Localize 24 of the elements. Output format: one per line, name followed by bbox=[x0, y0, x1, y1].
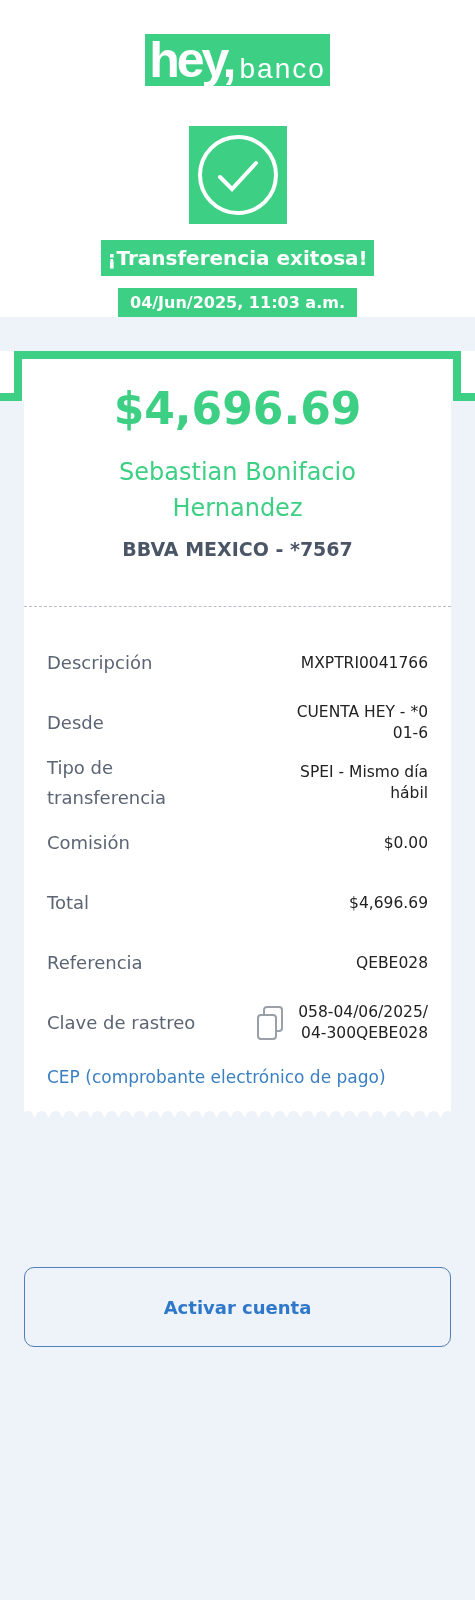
logo-text: hey, bbox=[149, 36, 234, 84]
detail-value: SPEI - Mismo día hábil bbox=[299, 762, 428, 804]
detail-value: MXPTRI0041766 bbox=[299, 652, 428, 674]
detail-value: $0.00 bbox=[382, 832, 428, 854]
activate-account-button[interactable]: Activar cuenta bbox=[24, 1267, 451, 1347]
copy-icon[interactable] bbox=[256, 1005, 284, 1041]
bank-account: BBVA MEXICO - *7567 bbox=[121, 538, 354, 560]
detail-value: QEBE028 bbox=[355, 952, 428, 974]
transfer-date: 04/Jun/2025, 11:03 a.m. bbox=[118, 288, 357, 317]
detail-value: 058-04/06/2025/04-300QEBE028 bbox=[297, 1002, 428, 1044]
logo-subtext: banco bbox=[239, 54, 326, 84]
detail-label: Tipo de transferencia bbox=[47, 756, 168, 810]
detail-label: Comisión bbox=[47, 831, 131, 855]
detail-label: Total bbox=[47, 891, 91, 915]
detail-label: Referencia bbox=[47, 951, 144, 975]
recipient-name: Sebastian Bonifacio Hernandez bbox=[118, 457, 357, 524]
detail-label: Desde bbox=[47, 711, 105, 735]
detail-label: Descripción bbox=[47, 651, 154, 675]
success-title: ¡Transferencia exitosa! bbox=[101, 240, 374, 276]
amount: $4,696.69 bbox=[112, 383, 363, 434]
detail-label: Clave de rastreo bbox=[47, 1011, 197, 1035]
detail-value: CUENTA HEY - *001-6 bbox=[295, 702, 428, 744]
detail-value: $4,696.69 bbox=[348, 892, 428, 914]
cep-link[interactable]: CEP (comprobante electrónico de pago) bbox=[47, 1067, 428, 1087]
